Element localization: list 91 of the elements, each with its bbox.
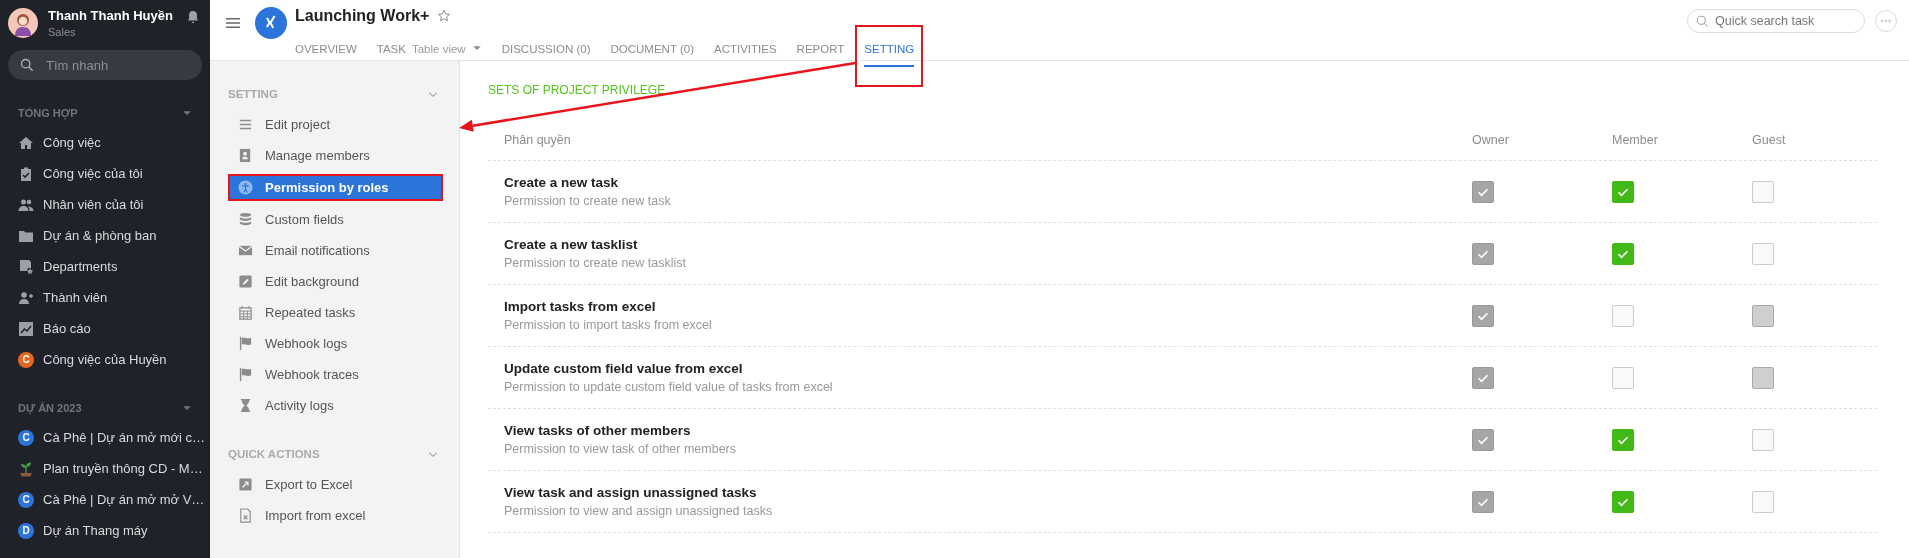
avatar[interactable] <box>8 8 38 38</box>
permission-title: View task and assign unassigned tasks <box>504 485 758 500</box>
star-icon <box>437 9 452 23</box>
permission-title: View tasks of other members <box>504 423 692 438</box>
section-title: DỰ ÁN 2023 <box>18 402 82 414</box>
column-header: Phân quyền <box>503 133 572 147</box>
search-icon <box>20 58 34 72</box>
tab[interactable]: OVERVIEW <box>286 25 366 87</box>
menu-item[interactable]: Email notifications <box>228 235 443 266</box>
database-icon <box>238 212 253 227</box>
flag-icon <box>238 367 253 382</box>
menu-icon <box>225 15 241 31</box>
person-add-icon <box>18 289 34 306</box>
checkbox[interactable] <box>1612 490 1634 513</box>
letter-avatar: C <box>18 491 34 508</box>
checkbox[interactable] <box>1752 180 1774 203</box>
checkbox[interactable] <box>1612 428 1634 451</box>
permission-description: Permission to create new tasklist <box>504 256 687 270</box>
chart-icon <box>18 320 34 337</box>
letter-avatar: C <box>18 429 34 446</box>
checkbox[interactable] <box>1752 428 1774 451</box>
sidebar-item[interactable]: C Cà Phê | Dự án mở mở V… <box>0 484 210 515</box>
column-header: Guest <box>1752 133 1787 147</box>
menu-item[interactable]: Webhook logs <box>228 328 443 359</box>
sidebar-item[interactable]: Thành viên <box>0 282 210 313</box>
letter-avatar: D <box>18 522 34 539</box>
export-icon <box>238 477 253 492</box>
menu-item[interactable]: Custom fields <box>228 204 443 235</box>
column-header: Owner <box>1472 133 1510 147</box>
document-star-icon <box>18 258 34 275</box>
menu-item[interactable]: Webhook traces <box>228 359 443 390</box>
flag-icon <box>238 336 253 351</box>
menu-item[interactable]: Edit project <box>228 109 443 140</box>
permission-title: Update custom field value from excel <box>504 361 744 376</box>
search-field[interactable]: Tìm nhanh <box>8 50 202 80</box>
permission-description: Permission to update custom field value of tasks from excel <box>504 380 834 394</box>
sidebar-item[interactable]: Departments <box>0 251 210 282</box>
hourglass-icon <box>238 398 253 413</box>
file-icon <box>238 508 253 523</box>
sidebar-item[interactable]: Báo cáo <box>0 313 210 344</box>
permission-description: Permission to create new task <box>504 194 672 208</box>
sidebar-item[interactable]: Dự án & phòng ban <box>0 220 210 251</box>
menu-item[interactable]: Export to Excel <box>228 469 443 500</box>
menu-item[interactable]: Activity logs <box>228 390 443 421</box>
sidebar-item[interactable]: Công việc của tôi <box>0 158 210 189</box>
tab[interactable]: ACTIVITIES <box>705 25 786 87</box>
permission-description: Permission to import tasks from excel <box>504 318 713 332</box>
home-icon <box>18 134 34 151</box>
plant-icon <box>18 460 34 477</box>
envelope-icon <box>238 243 253 258</box>
section-title: QUICK ACTIONS <box>228 448 320 460</box>
sidebar-item[interactable]: C Công việc của Huyền <box>0 344 210 375</box>
sidebar-item[interactable]: C Cà Phê | Dự án mở mới c… <box>0 422 210 453</box>
project-title: Launching Work+ <box>295 7 430 25</box>
tab[interactable]: SETTING <box>855 25 924 87</box>
user-role: Sales <box>48 26 76 38</box>
search-icon <box>1696 15 1709 28</box>
search-field[interactable]: Quick search task <box>1687 9 1865 33</box>
menu-item[interactable]: Manage members <box>228 140 443 171</box>
checkbox[interactable] <box>1612 366 1634 389</box>
permission-title: Create a new task <box>504 175 620 190</box>
section-title: SETS OF PROJECT PRIVILEGE <box>488 83 667 97</box>
accessibility-icon <box>238 180 253 195</box>
menu-item[interactable]: Import from excel <box>228 500 443 531</box>
pencil-icon <box>238 274 253 289</box>
checkbox[interactable] <box>1612 242 1634 265</box>
menu-item[interactable]: Repeated tasks <box>228 297 443 328</box>
checkbox[interactable] <box>1752 490 1774 513</box>
checkbox[interactable] <box>1612 180 1634 203</box>
sidebar-item[interactable]: Nhân viên của tôi <box>0 189 210 220</box>
column-header: Member <box>1612 133 1659 147</box>
contact-card-icon <box>238 148 253 163</box>
sidebar-item[interactable]: D Dự án Thang máy <box>0 515 210 546</box>
checkbox[interactable] <box>1612 304 1634 327</box>
permission-title: Import tasks from excel <box>504 299 657 314</box>
calendar-icon <box>238 305 253 320</box>
permission-description: Permission to view task of other members <box>504 442 738 456</box>
project-logo <box>255 7 287 39</box>
checkbox[interactable] <box>1752 242 1774 265</box>
letter-avatar: C <box>18 351 34 368</box>
user-name: Thanh Thanh Huyền <box>48 8 173 23</box>
list-icon <box>238 117 253 132</box>
bell-icon <box>186 10 200 24</box>
sidebar-item[interactable]: Plan truyền thông CD - M… <box>0 453 210 484</box>
section-title: SETTING <box>228 88 278 100</box>
permission-description: Permission to view and assign unassigned tasks <box>504 504 774 518</box>
menu-item[interactable]: Edit background <box>228 266 443 297</box>
sidebar-item[interactable]: Công việc <box>0 127 210 158</box>
permission-title: Create a new tasklist <box>504 237 639 252</box>
section-title: TỔNG HỢP <box>18 107 78 119</box>
clipboard-icon <box>18 165 34 182</box>
